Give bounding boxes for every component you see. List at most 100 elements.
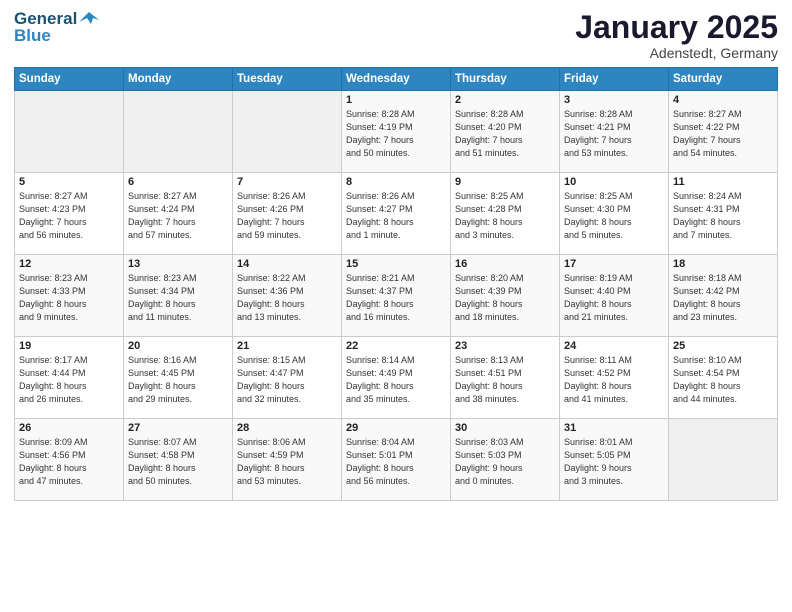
day-number: 11 (673, 176, 773, 188)
day-number: 12 (19, 258, 119, 270)
calendar-week-row: 19 Sunrise: 8:17 AM Sunset: 4:44 PM Dayli… (15, 337, 778, 419)
day-info: Sunrise: 8:07 AM Sunset: 4:58 PM Dayligh… (128, 436, 228, 488)
day-number: 18 (673, 258, 773, 270)
calendar-cell: 17 Sunrise: 8:19 AM Sunset: 4:40 PM Dayli… (560, 255, 669, 337)
weekday-header-thursday: Thursday (451, 68, 560, 91)
day-number: 29 (346, 422, 446, 434)
calendar-cell: 16 Sunrise: 8:20 AM Sunset: 4:39 PM Dayli… (451, 255, 560, 337)
calendar-cell: 4 Sunrise: 8:27 AM Sunset: 4:22 PM Daylig… (669, 91, 778, 173)
weekday-header-saturday: Saturday (669, 68, 778, 91)
calendar-cell: 6 Sunrise: 8:27 AM Sunset: 4:24 PM Daylig… (124, 173, 233, 255)
header: General Blue January 2025 Adenstedt, Ger… (14, 10, 778, 61)
calendar-cell: 5 Sunrise: 8:27 AM Sunset: 4:23 PM Daylig… (15, 173, 124, 255)
day-info: Sunrise: 8:27 AM Sunset: 4:22 PM Dayligh… (673, 108, 773, 160)
day-info: Sunrise: 8:03 AM Sunset: 5:03 PM Dayligh… (455, 436, 555, 488)
day-info: Sunrise: 8:26 AM Sunset: 4:26 PM Dayligh… (237, 190, 337, 242)
calendar-cell: 21Sunrise: 8:15 AM Sunset: 4:47 PM Dayli… (233, 337, 342, 419)
calendar-cell: 10Sunrise: 8:25 AM Sunset: 4:30 PM Dayli… (560, 173, 669, 255)
calendar-cell (669, 419, 778, 501)
day-info: Sunrise: 8:16 AM Sunset: 4:45 PM Dayligh… (128, 354, 228, 406)
page-container: General Blue January 2025 Adenstedt, Ger… (0, 0, 792, 612)
weekday-header-friday: Friday (560, 68, 669, 91)
day-info: Sunrise: 8:10 AM Sunset: 4:54 PM Dayligh… (673, 354, 773, 406)
weekday-header-sunday: Sunday (15, 68, 124, 91)
calendar-cell: 31Sunrise: 8:01 AM Sunset: 5:05 PM Dayli… (560, 419, 669, 501)
day-info: Sunrise: 8:27 AM Sunset: 4:23 PM Dayligh… (19, 190, 119, 242)
day-number: 4 (673, 94, 773, 106)
day-number: 23 (455, 340, 555, 352)
day-number: 25 (673, 340, 773, 352)
weekday-header-monday: Monday (124, 68, 233, 91)
calendar-cell: 22 Sunrise: 8:14 AM Sunset: 4:49 PM Dayli… (342, 337, 451, 419)
calendar-header-row: SundayMondayTuesdayWednesdayThursdayFrid… (15, 68, 778, 91)
calendar-cell: 11 Sunrise: 8:24 AM Sunset: 4:31 PM Dayli… (669, 173, 778, 255)
calendar-cell: 12 Sunrise: 8:23 AM Sunset: 4:33 PM Dayli… (15, 255, 124, 337)
calendar-cell: 23 Sunrise: 8:13 AM Sunset: 4:51 PM Dayli… (451, 337, 560, 419)
day-number: 7 (237, 176, 337, 188)
weekday-header-wednesday: Wednesday (342, 68, 451, 91)
day-info: Sunrise: 8:23 AM Sunset: 4:33 PM Dayligh… (19, 272, 119, 324)
day-number: 17 (564, 258, 664, 270)
calendar-cell (124, 91, 233, 173)
calendar-cell: 7 Sunrise: 8:26 AM Sunset: 4:26 PM Daylig… (233, 173, 342, 255)
day-number: 16 (455, 258, 555, 270)
calendar-week-row: 12 Sunrise: 8:23 AM Sunset: 4:33 PM Dayli… (15, 255, 778, 337)
calendar-cell: 3Sunrise: 8:28 AM Sunset: 4:21 PM Daylig… (560, 91, 669, 173)
day-number: 10 (564, 176, 664, 188)
calendar-week-row: 1Sunrise: 8:28 AM Sunset: 4:19 PM Daylig… (15, 91, 778, 173)
month-title: January 2025 (575, 10, 778, 45)
day-info: Sunrise: 8:04 AM Sunset: 5:01 PM Dayligh… (346, 436, 446, 488)
day-info: Sunrise: 8:09 AM Sunset: 4:56 PM Dayligh… (19, 436, 119, 488)
calendar-cell: 28Sunrise: 8:06 AM Sunset: 4:59 PM Dayli… (233, 419, 342, 501)
day-info: Sunrise: 8:25 AM Sunset: 4:28 PM Dayligh… (455, 190, 555, 242)
day-info: Sunrise: 8:01 AM Sunset: 5:05 PM Dayligh… (564, 436, 664, 488)
calendar-cell: 13Sunrise: 8:23 AM Sunset: 4:34 PM Dayli… (124, 255, 233, 337)
day-info: Sunrise: 8:13 AM Sunset: 4:51 PM Dayligh… (455, 354, 555, 406)
calendar-cell: 9Sunrise: 8:25 AM Sunset: 4:28 PM Daylig… (451, 173, 560, 255)
calendar-week-row: 26 Sunrise: 8:09 AM Sunset: 4:56 PM Dayli… (15, 419, 778, 501)
day-number: 3 (564, 94, 664, 106)
day-info: Sunrise: 8:20 AM Sunset: 4:39 PM Dayligh… (455, 272, 555, 324)
day-info: Sunrise: 8:17 AM Sunset: 4:44 PM Dayligh… (19, 354, 119, 406)
calendar-cell: 1Sunrise: 8:28 AM Sunset: 4:19 PM Daylig… (342, 91, 451, 173)
day-number: 30 (455, 422, 555, 434)
day-info: Sunrise: 8:22 AM Sunset: 4:36 PM Dayligh… (237, 272, 337, 324)
calendar-cell: 26 Sunrise: 8:09 AM Sunset: 4:56 PM Dayli… (15, 419, 124, 501)
logo: General Blue (14, 10, 99, 45)
logo-blue: Blue (14, 27, 51, 46)
calendar-cell (233, 91, 342, 173)
day-info: Sunrise: 8:26 AM Sunset: 4:27 PM Dayligh… (346, 190, 446, 242)
day-info: Sunrise: 8:15 AM Sunset: 4:47 PM Dayligh… (237, 354, 337, 406)
day-info: Sunrise: 8:28 AM Sunset: 4:19 PM Dayligh… (346, 108, 446, 160)
day-info: Sunrise: 8:27 AM Sunset: 4:24 PM Dayligh… (128, 190, 228, 242)
title-block: January 2025 Adenstedt, Germany (575, 10, 778, 61)
day-info: Sunrise: 8:06 AM Sunset: 4:59 PM Dayligh… (237, 436, 337, 488)
day-number: 5 (19, 176, 119, 188)
day-info: Sunrise: 8:19 AM Sunset: 4:40 PM Dayligh… (564, 272, 664, 324)
day-number: 26 (19, 422, 119, 434)
day-number: 19 (19, 340, 119, 352)
day-info: Sunrise: 8:24 AM Sunset: 4:31 PM Dayligh… (673, 190, 773, 242)
calendar-cell: 8 Sunrise: 8:26 AM Sunset: 4:27 PM Daylig… (342, 173, 451, 255)
calendar-cell: 29 Sunrise: 8:04 AM Sunset: 5:01 PM Dayli… (342, 419, 451, 501)
day-number: 22 (346, 340, 446, 352)
calendar-cell: 25 Sunrise: 8:10 AM Sunset: 4:54 PM Dayli… (669, 337, 778, 419)
day-number: 2 (455, 94, 555, 106)
day-number: 8 (346, 176, 446, 188)
calendar-cell: 30 Sunrise: 8:03 AM Sunset: 5:03 PM Dayli… (451, 419, 560, 501)
calendar-cell: 14 Sunrise: 8:22 AM Sunset: 4:36 PM Dayli… (233, 255, 342, 337)
day-info: Sunrise: 8:14 AM Sunset: 4:49 PM Dayligh… (346, 354, 446, 406)
day-number: 15 (346, 258, 446, 270)
day-number: 14 (237, 258, 337, 270)
calendar-table: SundayMondayTuesdayWednesdayThursdayFrid… (14, 67, 778, 501)
calendar-cell: 27 Sunrise: 8:07 AM Sunset: 4:58 PM Dayli… (124, 419, 233, 501)
day-number: 20 (128, 340, 228, 352)
calendar-cell: 19 Sunrise: 8:17 AM Sunset: 4:44 PM Dayli… (15, 337, 124, 419)
day-info: Sunrise: 8:21 AM Sunset: 4:37 PM Dayligh… (346, 272, 446, 324)
logo-bird-icon (79, 10, 99, 28)
calendar-week-row: 5 Sunrise: 8:27 AM Sunset: 4:23 PM Daylig… (15, 173, 778, 255)
day-number: 27 (128, 422, 228, 434)
day-number: 13 (128, 258, 228, 270)
day-number: 6 (128, 176, 228, 188)
calendar-cell: 2Sunrise: 8:28 AM Sunset: 4:20 PM Daylig… (451, 91, 560, 173)
